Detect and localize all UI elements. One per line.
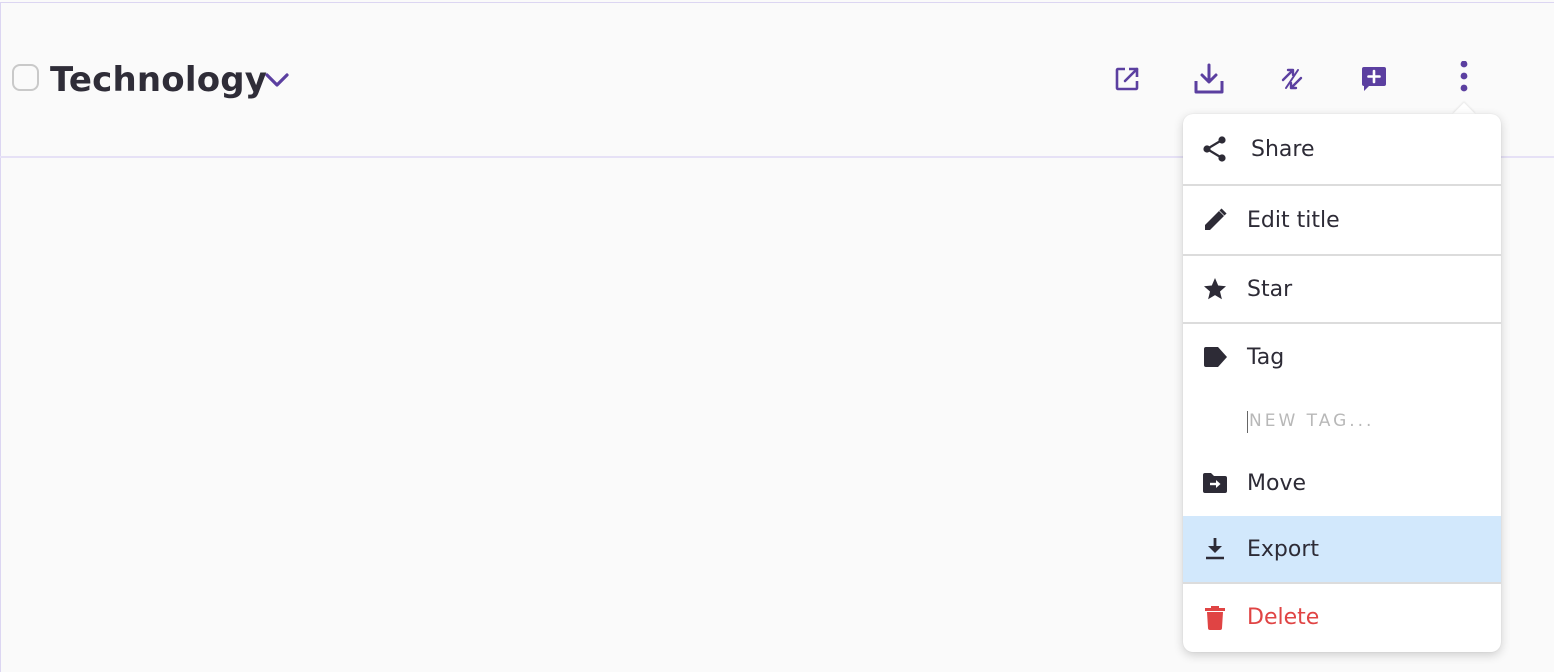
menu-item-delete[interactable]: Delete: [1183, 584, 1501, 650]
context-menu: Share Edit title Star Tag NEW TAG... Mov…: [1183, 114, 1501, 652]
add-comment-icon[interactable]: [1355, 60, 1393, 98]
left-border: [0, 2, 1, 672]
menu-item-label: Share: [1251, 136, 1315, 162]
menu-item-label: Tag: [1247, 344, 1285, 370]
more-vertical-icon[interactable]: [1445, 60, 1483, 98]
share-icon: [1201, 135, 1229, 163]
select-checkbox[interactable]: [12, 64, 39, 91]
chevron-down-icon[interactable]: [263, 68, 291, 92]
folder-move-icon: [1201, 469, 1229, 497]
menu-item-label: Export: [1247, 536, 1320, 562]
menu-item-export[interactable]: Export: [1183, 516, 1501, 582]
trash-icon: [1201, 603, 1229, 631]
menu-item-label: Move: [1247, 470, 1306, 496]
menu-item-share[interactable]: Share: [1183, 114, 1501, 184]
menu-item-edit-title[interactable]: Edit title: [1183, 186, 1501, 254]
export-download-icon: [1201, 535, 1229, 563]
menu-item-move[interactable]: Move: [1183, 450, 1501, 516]
pencil-icon: [1201, 206, 1229, 234]
tag-icon: [1201, 343, 1229, 371]
menu-item-label: Edit title: [1247, 207, 1340, 233]
open-external-icon[interactable]: [1108, 60, 1146, 98]
page-title: Technology: [50, 60, 268, 100]
text-cursor: [1247, 411, 1248, 433]
menu-item-star[interactable]: Star: [1183, 256, 1501, 322]
menu-item-label: Star: [1247, 276, 1293, 302]
star-icon: [1201, 275, 1229, 303]
download-icon[interactable]: [1190, 60, 1228, 98]
top-border: [0, 2, 1554, 3]
new-tag-input[interactable]: [1249, 406, 1469, 436]
menu-item-label: Delete: [1247, 604, 1320, 630]
sync-icon[interactable]: [1273, 60, 1311, 98]
menu-item-tag[interactable]: Tag: [1183, 324, 1501, 390]
